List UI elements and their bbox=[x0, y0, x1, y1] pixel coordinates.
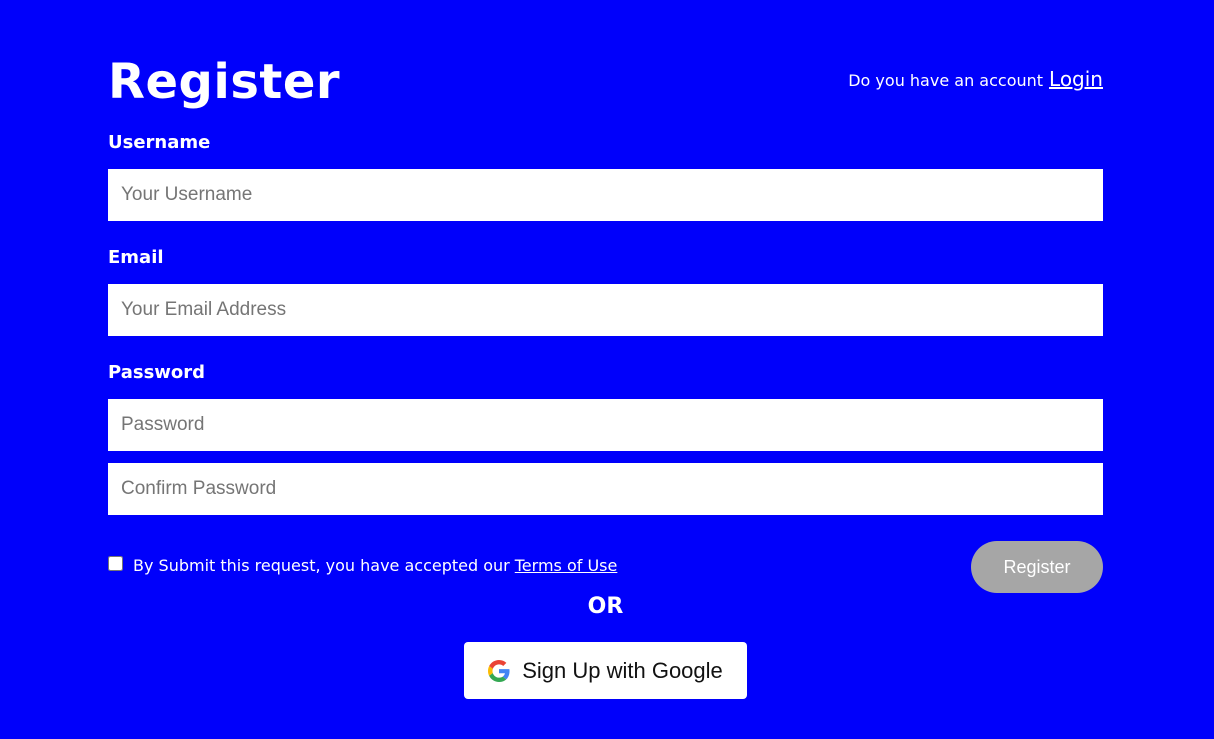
google-signup-label: Sign Up with Google bbox=[522, 657, 723, 683]
password-input[interactable] bbox=[108, 399, 1103, 451]
header: Register Do you have an account Login bbox=[108, 50, 1103, 110]
confirm-password-input[interactable] bbox=[108, 463, 1103, 515]
username-label: Username bbox=[108, 132, 211, 153]
terms-checkbox[interactable] bbox=[108, 556, 123, 571]
password-label: Password bbox=[108, 362, 206, 383]
google-signup-button[interactable]: Sign Up with Google bbox=[464, 642, 747, 699]
login-link[interactable]: Login bbox=[1049, 67, 1103, 91]
terms-text: By Submit this request, you have accepte… bbox=[133, 556, 510, 575]
account-prompt-text: Do you have an account bbox=[848, 71, 1044, 90]
terms-of-use-link[interactable]: Terms of Use bbox=[515, 556, 618, 575]
account-prompt: Do you have an account Login bbox=[848, 67, 1103, 91]
username-input[interactable] bbox=[108, 169, 1103, 221]
email-label: Email bbox=[108, 247, 164, 268]
terms-row: By Submit this request, you have accepte… bbox=[108, 556, 617, 575]
or-divider: OR bbox=[587, 594, 624, 619]
google-icon bbox=[488, 659, 510, 682]
register-button[interactable]: Register bbox=[971, 541, 1103, 593]
page-title: Register bbox=[108, 54, 341, 110]
email-input[interactable] bbox=[108, 284, 1103, 336]
